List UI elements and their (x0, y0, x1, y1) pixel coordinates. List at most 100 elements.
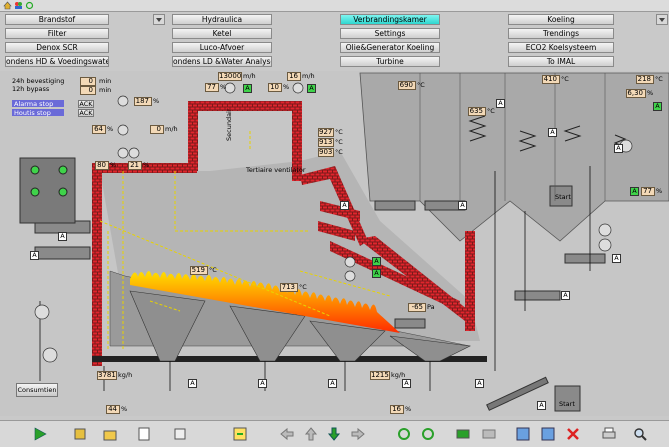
people-icon[interactable] (14, 1, 23, 10)
redo-icon[interactable] (420, 426, 436, 442)
nav-dropdown-2[interactable] (656, 14, 668, 25)
status-a[interactable]: A (537, 401, 546, 410)
value-neg65: -65 (408, 303, 426, 312)
export2-icon[interactable] (481, 426, 497, 442)
unit: % (143, 161, 150, 169)
status-a[interactable]: A (561, 291, 570, 300)
status-a[interactable]: A (475, 379, 484, 388)
nav-condens-ld[interactable]: ondens LD &Water Analyse (172, 56, 272, 67)
alarm-stop-label: Alarma stop (12, 100, 64, 108)
value-24h-min[interactable]: 0 (80, 77, 96, 86)
import-icon[interactable] (455, 426, 471, 442)
unit: % (220, 83, 227, 91)
unit: m/h (243, 72, 256, 80)
export-icon[interactable] (232, 426, 248, 442)
nav-settings[interactable]: Settings (340, 28, 440, 39)
nav-olie-generator[interactable]: Olie&Generator Koeling (340, 42, 440, 53)
status-a[interactable]: A (548, 128, 557, 137)
value-21: 21 (128, 161, 142, 170)
value-64: 64 (92, 125, 106, 134)
undo-icon[interactable] (396, 426, 412, 442)
unit-min-1: min (99, 77, 112, 85)
unit: °C (335, 128, 343, 136)
value-630: 6,30 (626, 89, 646, 98)
back-arrow-icon[interactable] (279, 426, 295, 442)
nav-filter[interactable]: Filter (5, 28, 109, 39)
play-icon[interactable] (32, 426, 48, 442)
print-icon[interactable] (601, 426, 617, 442)
unit: kg/h (118, 371, 133, 379)
status-a[interactable]: A (612, 254, 621, 263)
value-77b: 77 (641, 187, 655, 196)
close-icon[interactable] (565, 426, 581, 442)
label-start-1: Start (555, 193, 571, 201)
nav-eco2[interactable]: ECO2 Koelsysteem (508, 42, 614, 53)
label-secundair: Secundair (225, 108, 233, 141)
folder-icon[interactable] (102, 426, 118, 442)
ack-button-1[interactable]: ACK (78, 100, 94, 108)
status-a[interactable]: A (328, 379, 337, 388)
search-icon[interactable] (632, 426, 648, 442)
value-12h-min[interactable]: 0 (80, 86, 96, 95)
status-a[interactable]: A (188, 379, 197, 388)
save-icon[interactable] (515, 426, 531, 442)
status-a[interactable]: A (372, 257, 381, 266)
status-a[interactable]: A (458, 201, 467, 210)
nav-koeling[interactable]: Koeling (508, 14, 614, 25)
status-a[interactable]: A (340, 201, 349, 210)
status-a[interactable]: A (614, 144, 623, 153)
ack-button-2[interactable]: ACK (78, 109, 94, 117)
label-24h: 24h bevestiging (12, 77, 65, 85)
value-16b: 16 (390, 405, 404, 414)
nav-verbrandingskamer[interactable]: Verbrandingskamer (340, 14, 440, 25)
unit: % (647, 89, 654, 97)
nav-hydraulica[interactable]: Hydraulica (172, 14, 272, 25)
status-a[interactable]: A (372, 269, 381, 278)
status-a[interactable]: A (653, 102, 662, 111)
unit: °C (299, 283, 307, 291)
up-arrow-icon[interactable] (303, 426, 319, 442)
window-toolbar (0, 0, 669, 12)
unit: kg/h (391, 371, 406, 379)
save-as-icon[interactable] (540, 426, 556, 442)
nav-condens-hd[interactable]: ondens HD & Voedingswate (5, 56, 109, 67)
unit: °C (335, 138, 343, 146)
nav-luco-afvoer[interactable]: Luco-Afvoer (172, 42, 272, 53)
unit: m/h (165, 125, 178, 133)
nav-brandstof[interactable]: Brandstof (5, 14, 109, 25)
status-a[interactable]: A (402, 379, 411, 388)
consumption-button[interactable]: Consumtien (16, 383, 58, 397)
unit: % (107, 125, 114, 133)
value-1215: 1215 (370, 371, 390, 380)
alarm-sub-label: Houtis stop (12, 109, 64, 117)
forward-arrow-icon[interactable] (350, 426, 366, 442)
unit: m/h (302, 72, 315, 80)
down-arrow-icon[interactable] (326, 426, 342, 442)
unit: % (283, 83, 290, 91)
status-a[interactable]: A (243, 84, 252, 93)
home-icon[interactable] (3, 1, 12, 10)
nav-turbine[interactable]: Turbine (340, 56, 440, 67)
nav-ketel[interactable]: Ketel (172, 28, 272, 39)
nav-dropdown-1[interactable] (153, 14, 165, 25)
status-a[interactable]: A (30, 251, 39, 260)
value-13000: 13000 (218, 72, 242, 81)
status-a[interactable]: A (258, 379, 267, 388)
nav-trendings[interactable]: Trendings (508, 28, 614, 39)
refresh-icon[interactable] (25, 1, 34, 10)
status-a[interactable]: A (58, 232, 67, 241)
unit: °C (487, 107, 495, 115)
unit: % (121, 405, 128, 413)
tools-icon[interactable] (72, 426, 88, 442)
value-0-mh: 0 (150, 125, 164, 134)
label-tertiaire: Tertiaire ventilator (246, 166, 306, 174)
page-icon[interactable] (136, 426, 152, 442)
unit: % (153, 97, 160, 105)
status-a[interactable]: A (630, 187, 639, 196)
nav-denox-scr[interactable]: Denox SCR (5, 42, 109, 53)
status-a[interactable]: A (307, 84, 316, 93)
nav-to-imal[interactable]: To IMAL (508, 56, 614, 67)
value-410: 410 (542, 75, 560, 84)
copy-icon[interactable] (172, 426, 188, 442)
status-a[interactable]: A (496, 99, 505, 108)
